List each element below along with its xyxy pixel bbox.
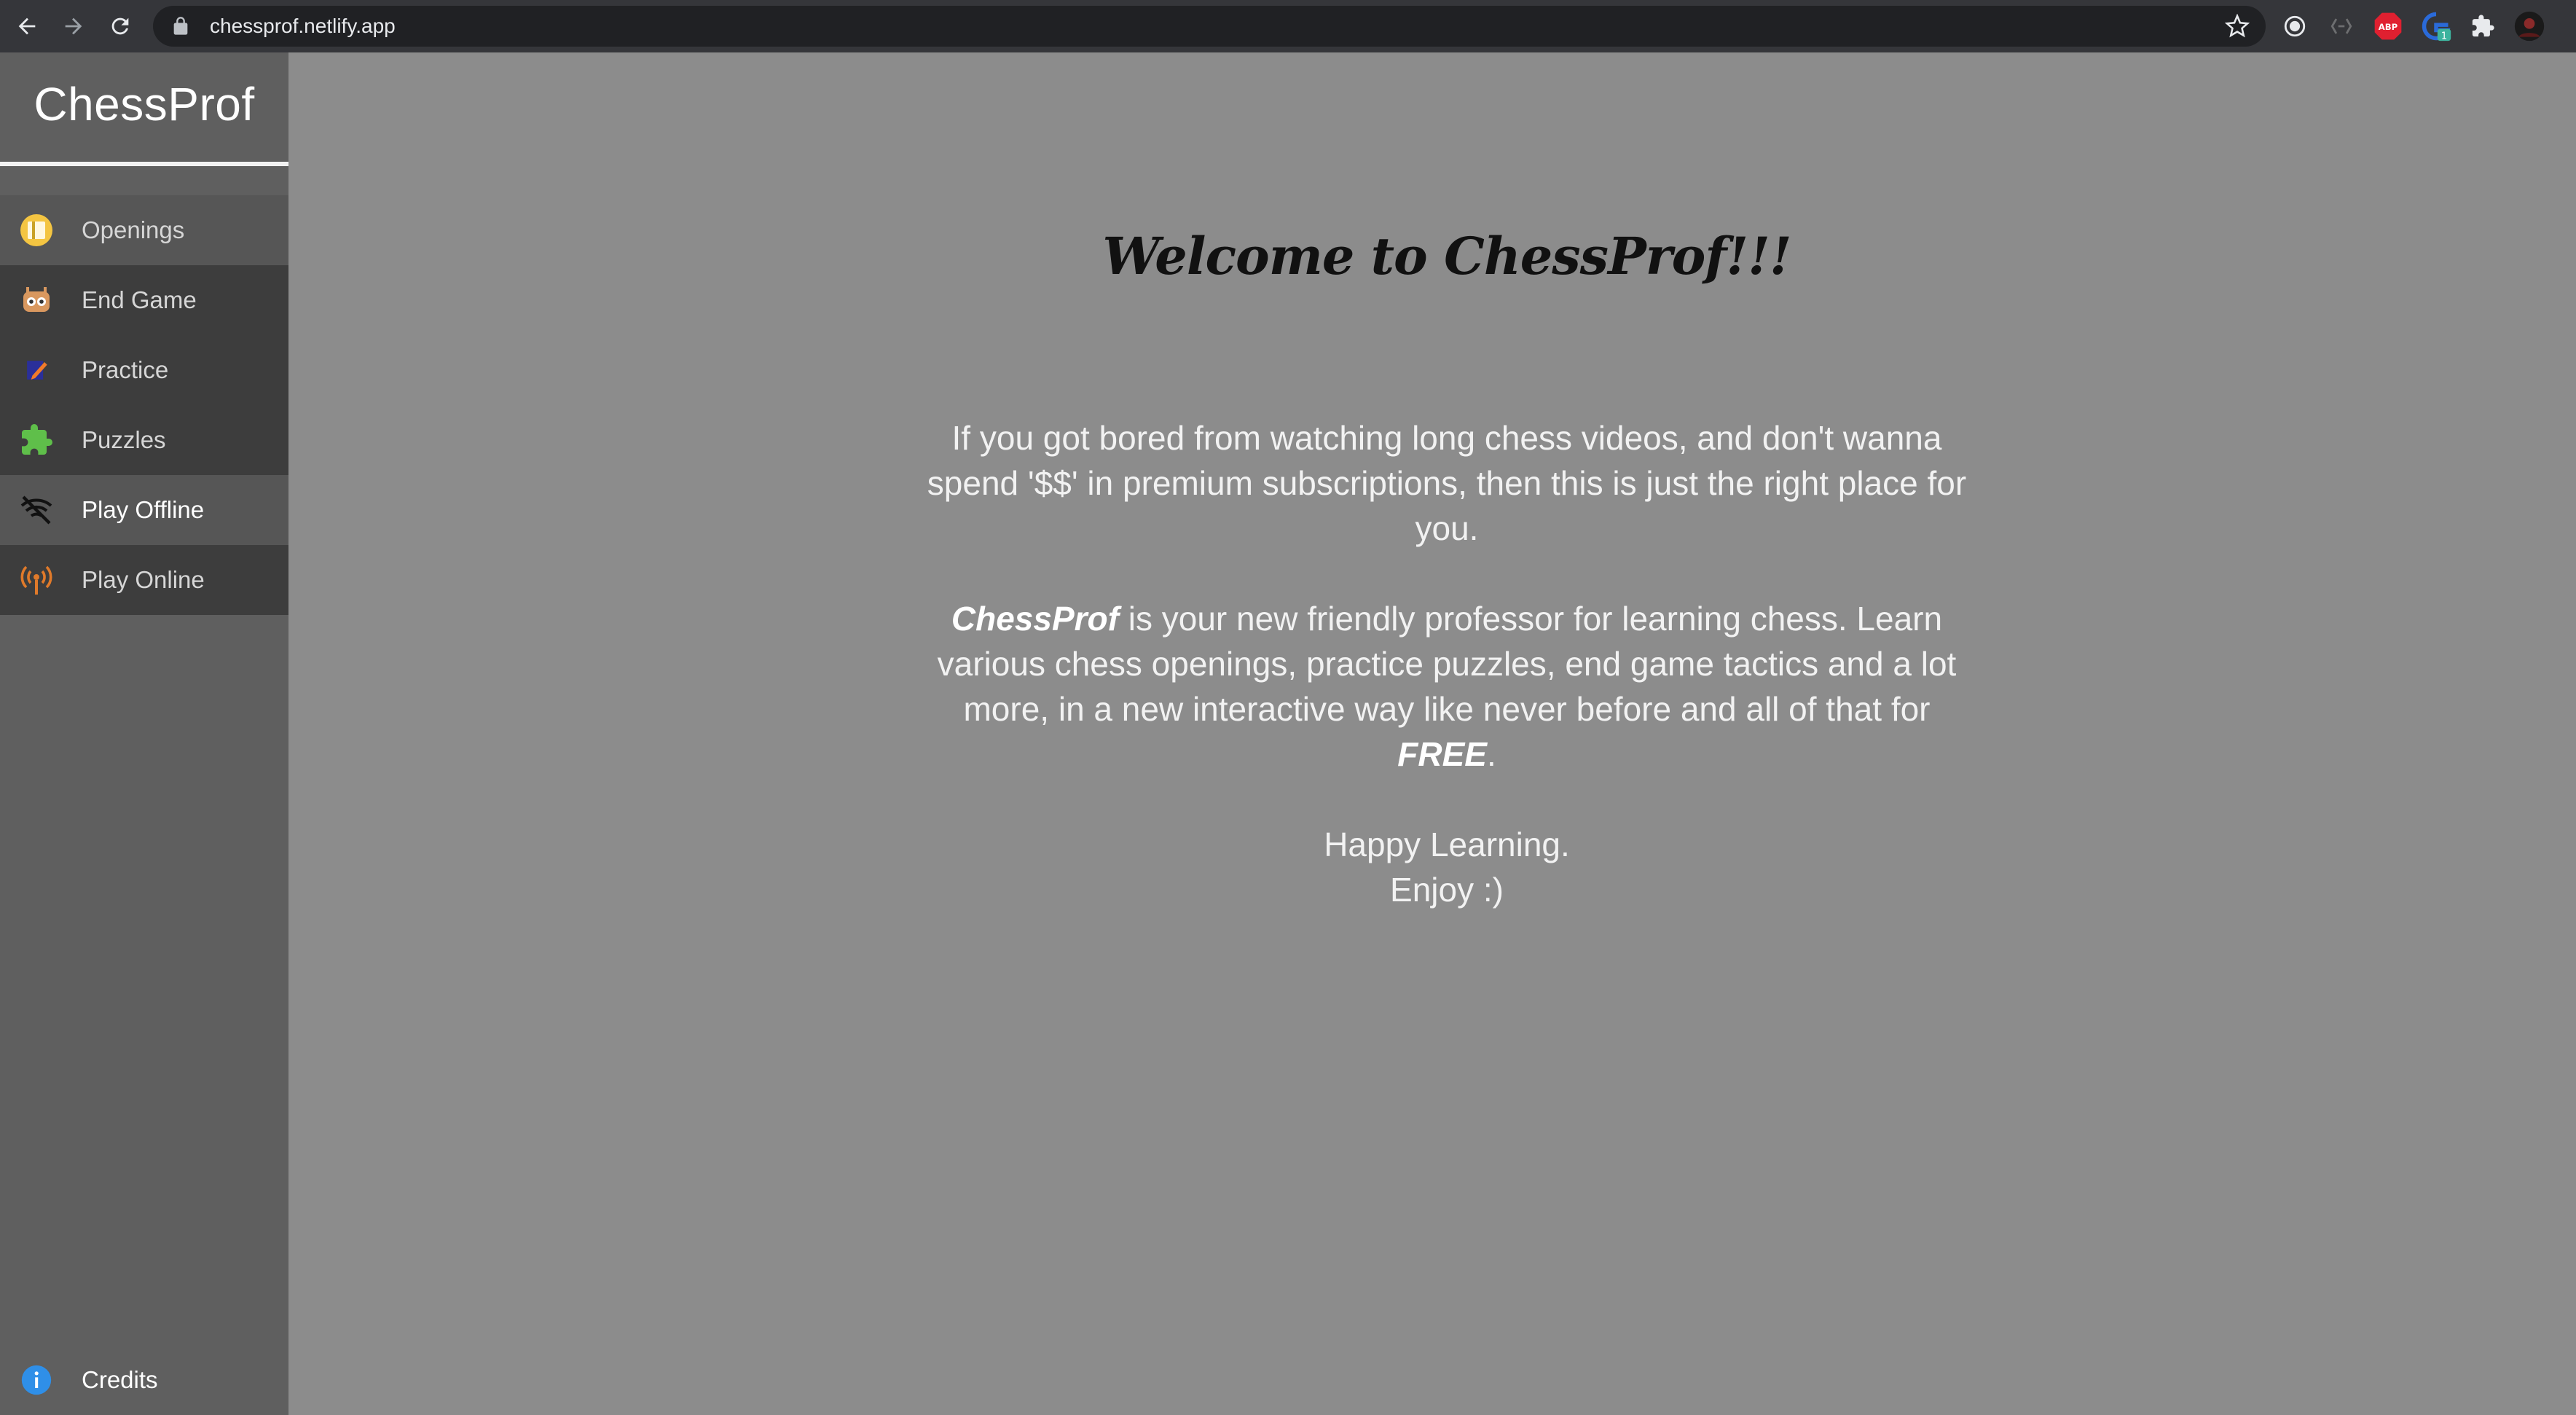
info-icon (17, 1361, 55, 1399)
sidebar-item-puzzles[interactable]: Puzzles (0, 405, 288, 475)
sidebar-item-play-online[interactable]: Play Online (0, 545, 288, 615)
extensions-puzzle-icon[interactable] (2467, 10, 2499, 42)
sidebar-item-end-game[interactable]: End Game (0, 265, 288, 335)
sidebar-item-label: End Game (82, 286, 197, 313)
sidebar-item-label: Play Online (82, 566, 205, 593)
brand-logo-text: ChessProf (34, 78, 255, 130)
brand-divider (0, 162, 288, 166)
forward-button[interactable] (54, 7, 93, 46)
brand-header[interactable]: ChessProf (0, 52, 288, 166)
forward-arrow-icon (65, 17, 82, 35)
sidebar-item-credits[interactable]: Credits (0, 1345, 288, 1415)
closing-line-1: Happy Learning. (1324, 826, 1570, 863)
extension-count-badge: 1 (2441, 31, 2447, 42)
sidebar-item-label: Puzzles (82, 426, 166, 453)
free-emphasis: FREE (1397, 735, 1487, 773)
main-content: Welcome to ChessProf!!! If you got bored… (288, 52, 2576, 1415)
closing-line-2: Enjoy :) (1390, 871, 1504, 909)
reload-button[interactable] (101, 7, 140, 46)
book-icon (17, 211, 55, 249)
sidebar: ChessProf Openings End Game Practice Puz… (0, 52, 288, 1415)
description-paragraph: ChessProf is your new friendly professor… (922, 596, 1971, 777)
bookmark-star-icon[interactable] (2225, 14, 2250, 39)
sidebar-item-play-offline[interactable]: Play Offline (0, 475, 288, 545)
puzzle-icon (17, 421, 55, 459)
adblock-extension-icon[interactable]: ABP (2372, 10, 2404, 42)
browser-toolbar: chessprof.netlify.app ABP 1 (0, 0, 2576, 52)
sidebar-item-practice[interactable]: Practice (0, 335, 288, 405)
brand-name-emphasis: ChessProf (951, 600, 1119, 638)
back-arrow-icon (18, 17, 36, 35)
url-text: chessprof.netlify.app (210, 15, 396, 37)
intro-paragraph: If you got bored from watching long ches… (927, 419, 1967, 547)
sidebar-menu: Openings End Game Practice Puzzles Play … (0, 195, 288, 615)
back-button[interactable] (7, 7, 47, 46)
intro-text-block: If you got bored from watching long ches… (922, 415, 1971, 912)
adblock-badge-text: ABP (2379, 22, 2398, 32)
record-extension-icon[interactable] (2279, 10, 2311, 42)
translate-extension-icon[interactable]: 1 (2420, 10, 2452, 42)
wifi-off-icon (17, 491, 55, 529)
reload-icon (111, 17, 129, 35)
sidebar-item-label: Play Offline (82, 496, 205, 523)
welcome-heading: Welcome to ChessProf!!! (1102, 226, 1791, 286)
description-end: . (1486, 735, 1496, 773)
lock-icon (173, 17, 188, 35)
pencil-icon (17, 351, 55, 389)
recycle-extension-icon[interactable] (2325, 10, 2357, 42)
sidebar-item-openings[interactable]: Openings (0, 195, 288, 265)
credits-label: Credits (82, 1366, 158, 1393)
address-bar[interactable]: chessprof.netlify.app (153, 6, 2266, 47)
sidebar-item-label: Openings (82, 216, 185, 243)
sidebar-item-label: Practice (82, 356, 169, 383)
broadcast-icon (17, 561, 55, 599)
profile-avatar-icon[interactable] (2513, 10, 2545, 42)
robot-icon (17, 281, 55, 319)
